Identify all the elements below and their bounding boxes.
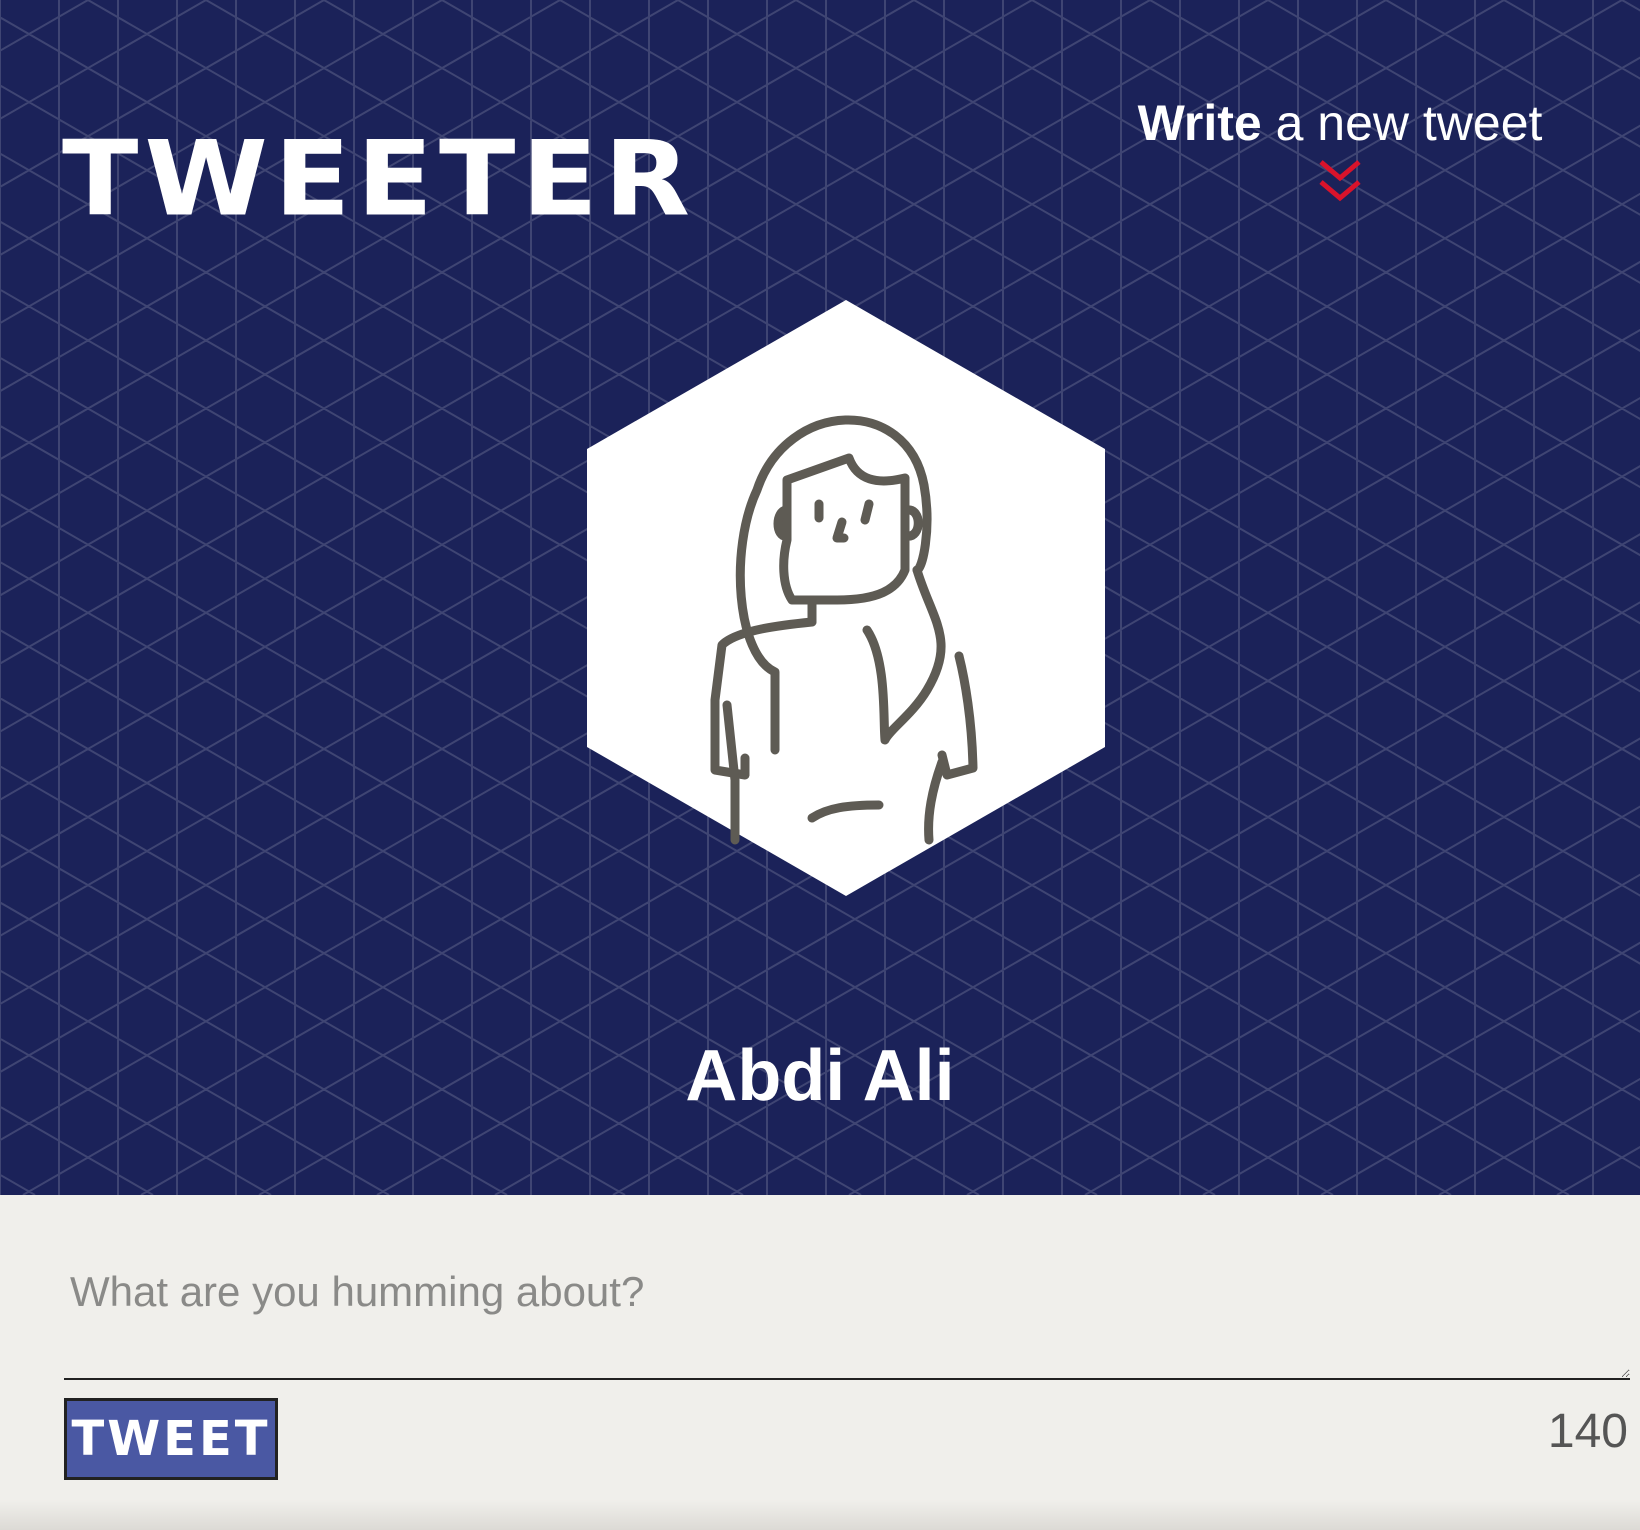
double-chevron-down-icon bbox=[1319, 160, 1361, 202]
compose-toggle-label: Write a new tweet bbox=[1137, 95, 1543, 151]
profile-header: TWEETER Write a new tweet Abdi Ali bbox=[0, 0, 1640, 1195]
page-bottom-edge bbox=[0, 1500, 1640, 1530]
tweet-button[interactable]: TWEET bbox=[64, 1398, 278, 1480]
profile-name: Abdi Ali bbox=[685, 1036, 955, 1116]
character-counter: 140 bbox=[1547, 1405, 1628, 1458]
brand-logo[interactable]: TWEETER bbox=[62, 128, 696, 231]
woman-avatar-icon bbox=[587, 300, 1105, 896]
compose-toggle-button[interactable]: Write a new tweet bbox=[1100, 88, 1580, 218]
tweet-textarea[interactable] bbox=[64, 1260, 1630, 1380]
avatar bbox=[587, 300, 1105, 896]
